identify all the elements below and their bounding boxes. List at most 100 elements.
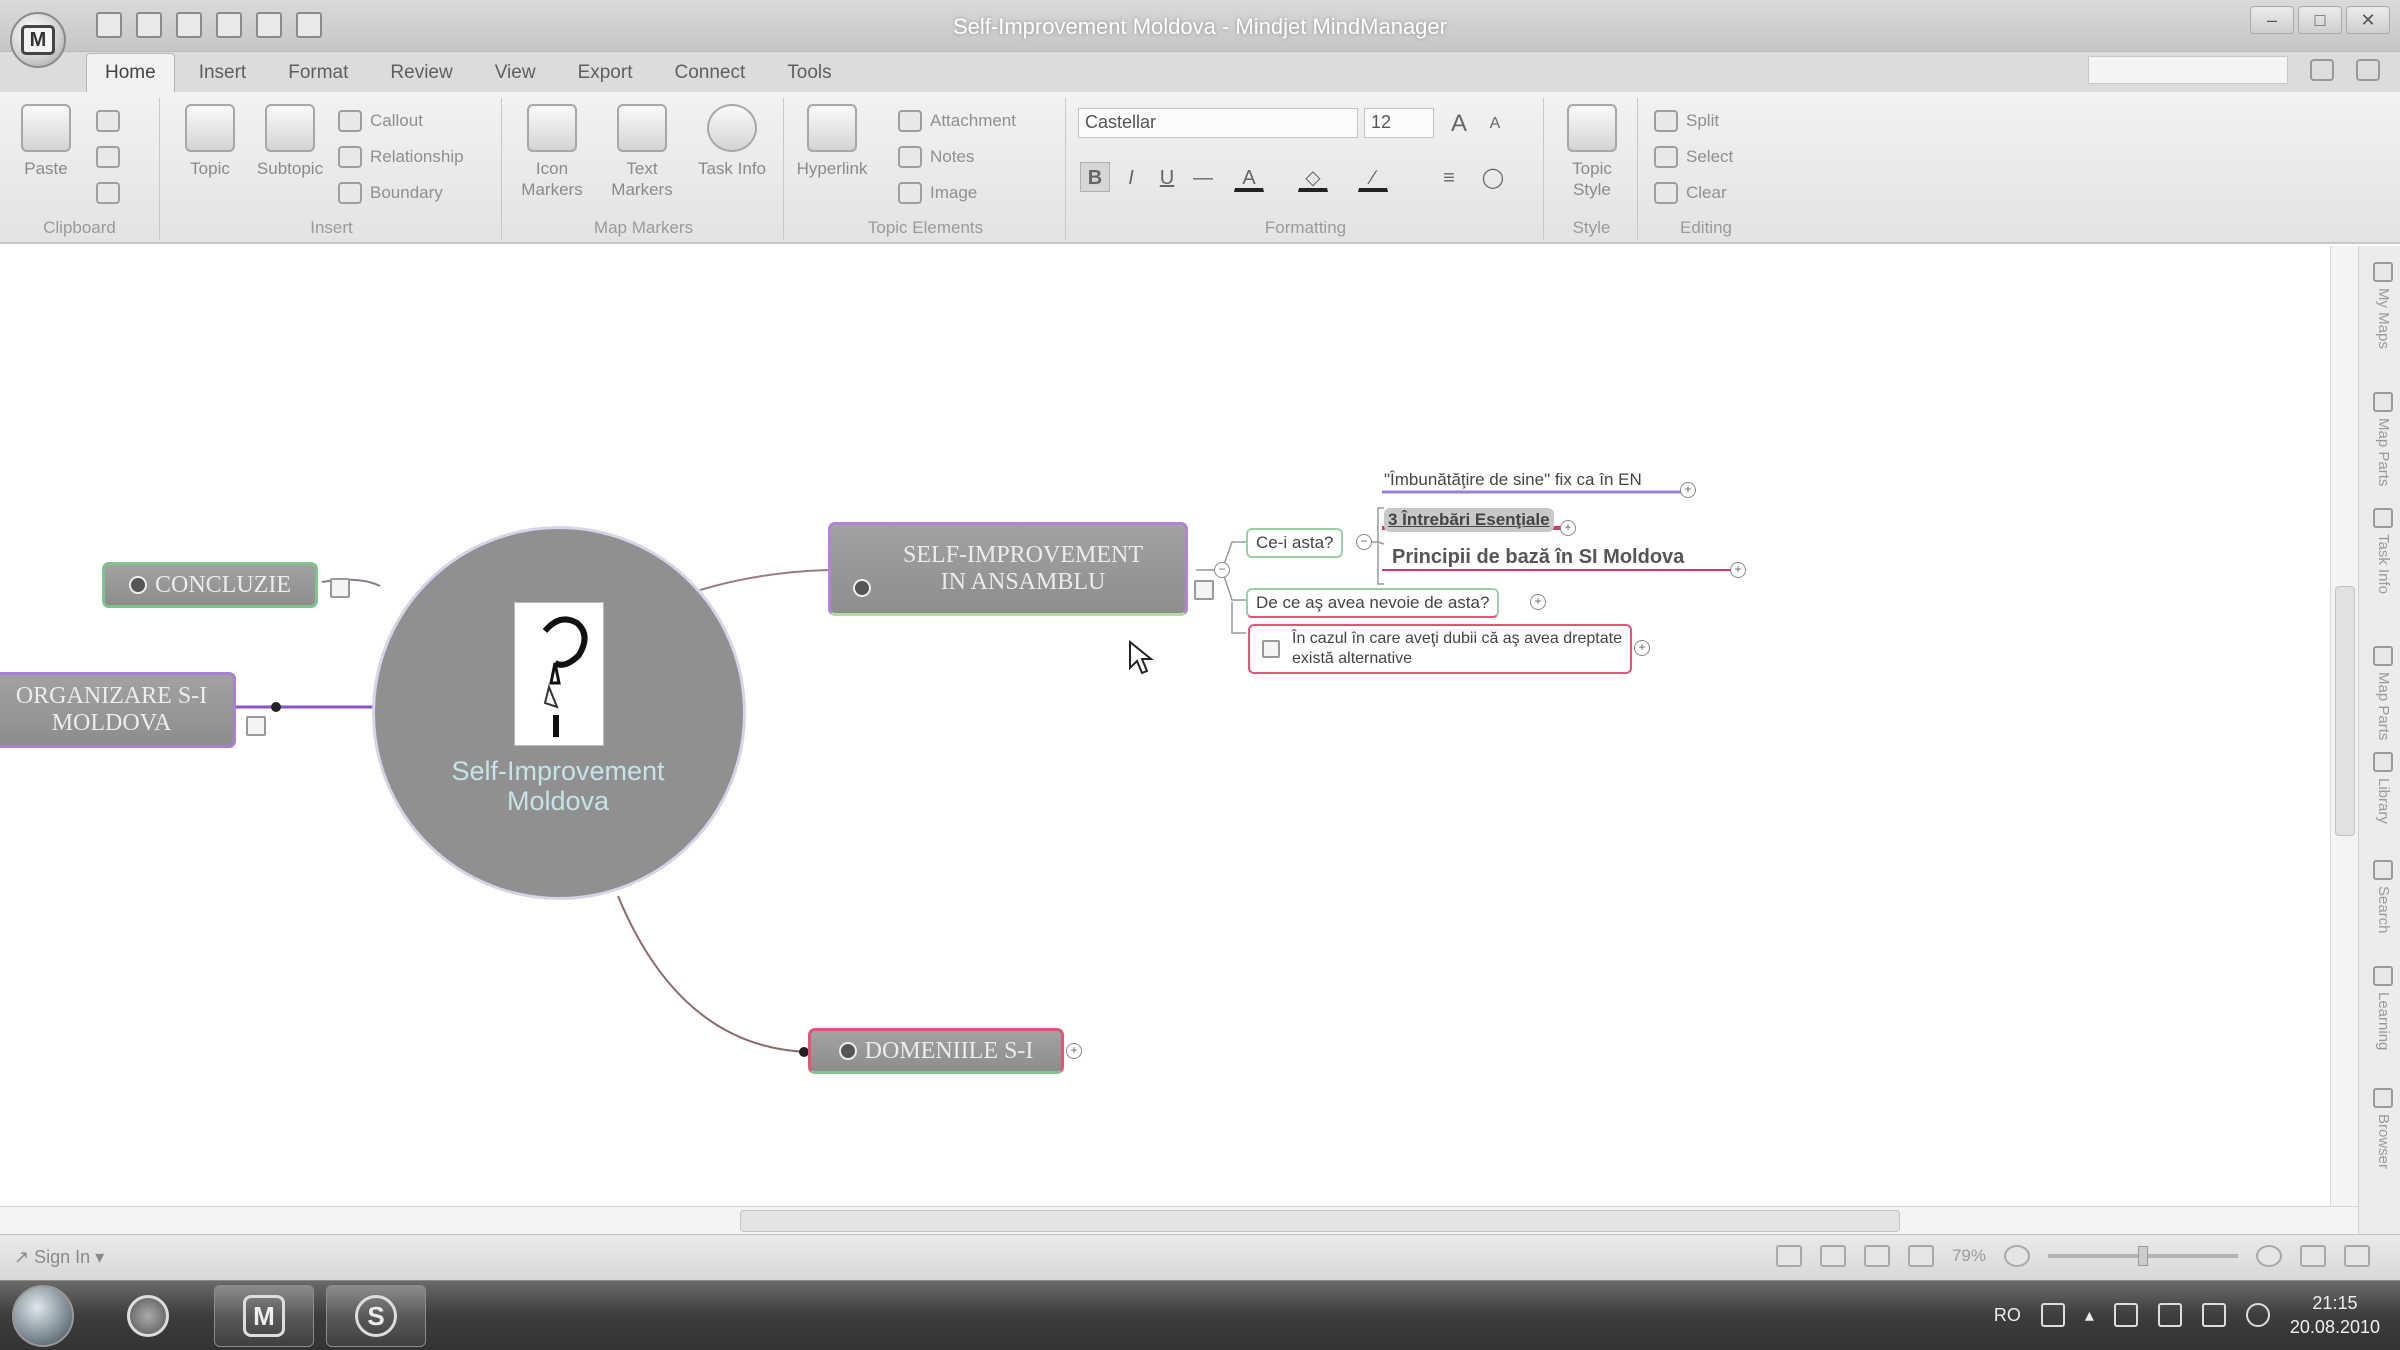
subtopic-principii[interactable]: Principii de bază în SI Moldova <box>1384 544 1692 570</box>
sign-in-button[interactable]: ↗ Sign In ▾ <box>14 1247 104 1268</box>
map-canvas[interactable]: Self-Improvement Moldova CONCLUZIE ORGAN… <box>0 246 2330 1206</box>
shrink-font-button[interactable]: A <box>1480 108 1510 138</box>
view-normal-icon[interactable] <box>1863 1245 1890 1267</box>
expand-icon[interactable]: − <box>1356 534 1372 550</box>
boundary-button[interactable]: Boundary <box>338 178 443 208</box>
bold-button[interactable]: B <box>1080 162 1110 192</box>
help-icon[interactable] <box>2356 59 2380 81</box>
sidetab-task-info[interactable]: Task Info <box>2367 508 2393 594</box>
topic-domeniile[interactable]: DOMENIILE S-I <box>808 1028 1064 1074</box>
line-color-icon[interactable]: ∕ <box>1358 162 1388 192</box>
sidetab-library[interactable]: Library <box>2367 752 2393 824</box>
topic-organizare[interactable]: ORGANIZARE S-I MOLDOVA <box>0 672 236 748</box>
zoom-out-icon[interactable] <box>2004 1245 2030 1267</box>
filter-icon[interactable] <box>1775 1245 1802 1267</box>
note-attach-icon[interactable] <box>330 578 350 598</box>
task-pane-toggle-icon[interactable] <box>2344 1245 2370 1267</box>
taskbar-skype[interactable]: S <box>326 1285 426 1347</box>
text-markers-button[interactable]: Text Markers <box>602 104 682 200</box>
taskbar-clock[interactable]: 21:15 20.08.2010 <box>2290 1291 2380 1339</box>
underline-button[interactable]: U <box>1152 162 1182 192</box>
sidetab-browser[interactable]: Browser <box>2367 1088 2393 1169</box>
expand-icon[interactable]: + <box>1730 562 1746 578</box>
select-button[interactable]: Select <box>1654 142 1733 172</box>
cut-button[interactable] <box>96 106 120 136</box>
subtopic-in-cazul[interactable]: În cazul în care aveţi dubii că aş avea … <box>1248 624 1632 674</box>
network-icon[interactable] <box>2201 1303 2226 1327</box>
grow-font-button[interactable]: A <box>1444 108 1474 138</box>
sidetab-search[interactable]: Search <box>2367 860 2393 934</box>
expand-icon[interactable]: + <box>1680 482 1696 498</box>
tab-review[interactable]: Review <box>372 54 470 92</box>
tab-home[interactable]: Home <box>86 53 175 92</box>
tab-export[interactable]: Export <box>560 54 651 92</box>
paste-button[interactable]: Paste <box>6 104 86 179</box>
expand-icon[interactable]: + <box>1634 640 1650 656</box>
font-color-icon[interactable]: A <box>1234 162 1264 192</box>
taskbar-mindmanager[interactable]: M <box>214 1285 314 1347</box>
zoom-slider[interactable] <box>2048 1246 2238 1266</box>
taskbar-firefox[interactable] <box>98 1285 198 1347</box>
tab-connect[interactable]: Connect <box>656 54 763 92</box>
italic-button[interactable]: I <box>1116 162 1146 192</box>
tab-insert[interactable]: Insert <box>181 54 265 92</box>
task-info-button[interactable]: Task Info <box>692 104 772 179</box>
minimize-button[interactable]: – <box>2250 6 2294 34</box>
zoom-in-icon[interactable] <box>2256 1245 2282 1267</box>
fill-color-icon[interactable]: ◇ <box>1298 162 1328 192</box>
subtopic-de-ce[interactable]: De ce aş avea nevoie de asta? <box>1246 588 1500 618</box>
topic-self-improvement[interactable]: SELF-IMPROVEMENT IN ANSAMBLU <box>828 522 1188 616</box>
icon-markers-button[interactable]: Icon Markers <box>512 104 592 200</box>
topic-concluzie[interactable]: CONCLUZIE <box>102 562 318 608</box>
sidetab-learning[interactable]: Learning <box>2367 966 2393 1050</box>
app-menu-button[interactable]: M <box>10 12 66 68</box>
maximize-button[interactable]: □ <box>2298 6 2342 34</box>
close-button[interactable]: ✕ <box>2346 6 2390 34</box>
vertical-scroll-thumb[interactable] <box>2335 586 2355 836</box>
font-name-select[interactable]: Castellar <box>1078 108 1358 138</box>
tab-format[interactable]: Format <box>270 54 366 92</box>
horizontal-scroll-thumb[interactable] <box>740 1210 1900 1232</box>
font-size-select[interactable]: 12 <box>1364 108 1434 138</box>
clear-button[interactable]: Clear <box>1654 178 1727 208</box>
subtopic-intrebari[interactable]: 3 Întrebări Esenţiale <box>1384 508 1554 532</box>
zoom-slider-knob[interactable] <box>2138 1246 2148 1266</box>
attachment-button[interactable]: Attachment <box>898 106 1016 136</box>
tab-view[interactable]: View <box>477 54 554 92</box>
tray-app-icon[interactable] <box>2113 1303 2138 1327</box>
expand-icon[interactable]: + <box>1560 520 1576 536</box>
tab-tools[interactable]: Tools <box>769 54 849 92</box>
align-icon[interactable]: ≡ <box>1434 162 1464 192</box>
user-icon[interactable] <box>2310 59 2334 81</box>
split-button[interactable]: Split <box>1654 106 1719 136</box>
topic-style-button[interactable]: Topic Style <box>1552 104 1632 200</box>
balance-map-icon[interactable] <box>1819 1245 1846 1267</box>
sidetab-my-maps[interactable]: My Maps <box>2367 262 2393 349</box>
view-outline-icon[interactable] <box>1907 1245 1934 1267</box>
shape-icon[interactable]: ◯ <box>1478 162 1508 192</box>
copy-button[interactable] <box>96 142 120 172</box>
callout-button[interactable]: Callout <box>338 106 423 136</box>
note-attach-icon[interactable] <box>246 716 266 736</box>
expand-icon[interactable]: + <box>1066 1043 1082 1059</box>
subtopic-ce-i-asta[interactable]: Ce-i asta? <box>1246 528 1344 558</box>
fit-map-icon[interactable] <box>2300 1245 2326 1267</box>
format-painter-button[interactable] <box>96 178 120 208</box>
subtopic-button[interactable]: Subtopic <box>250 104 330 179</box>
expand-icon[interactable]: − <box>1214 562 1230 578</box>
strikethrough-icon[interactable]: — <box>1188 162 1218 192</box>
sidetab-map-parts[interactable]: Map Parts <box>2367 392 2393 486</box>
relationship-button[interactable]: Relationship <box>338 142 464 172</box>
image-button[interactable]: Image <box>898 178 977 208</box>
volume-icon[interactable] <box>2245 1303 2270 1327</box>
tray-flag-icon[interactable] <box>2157 1303 2182 1327</box>
notes-button[interactable]: Notes <box>898 142 974 172</box>
language-indicator[interactable]: RO <box>1994 1305 2021 1326</box>
vertical-scrollbar[interactable] <box>2330 246 2358 1206</box>
note-attach-icon[interactable] <box>1194 580 1214 600</box>
search-input[interactable] <box>2088 56 2288 84</box>
topic-button[interactable]: Topic <box>170 104 250 179</box>
tray-arrow-icon[interactable]: ▴ <box>2085 1305 2094 1326</box>
hyperlink-button[interactable]: Hyperlink <box>792 104 872 179</box>
keyboard-icon[interactable] <box>2040 1303 2065 1327</box>
